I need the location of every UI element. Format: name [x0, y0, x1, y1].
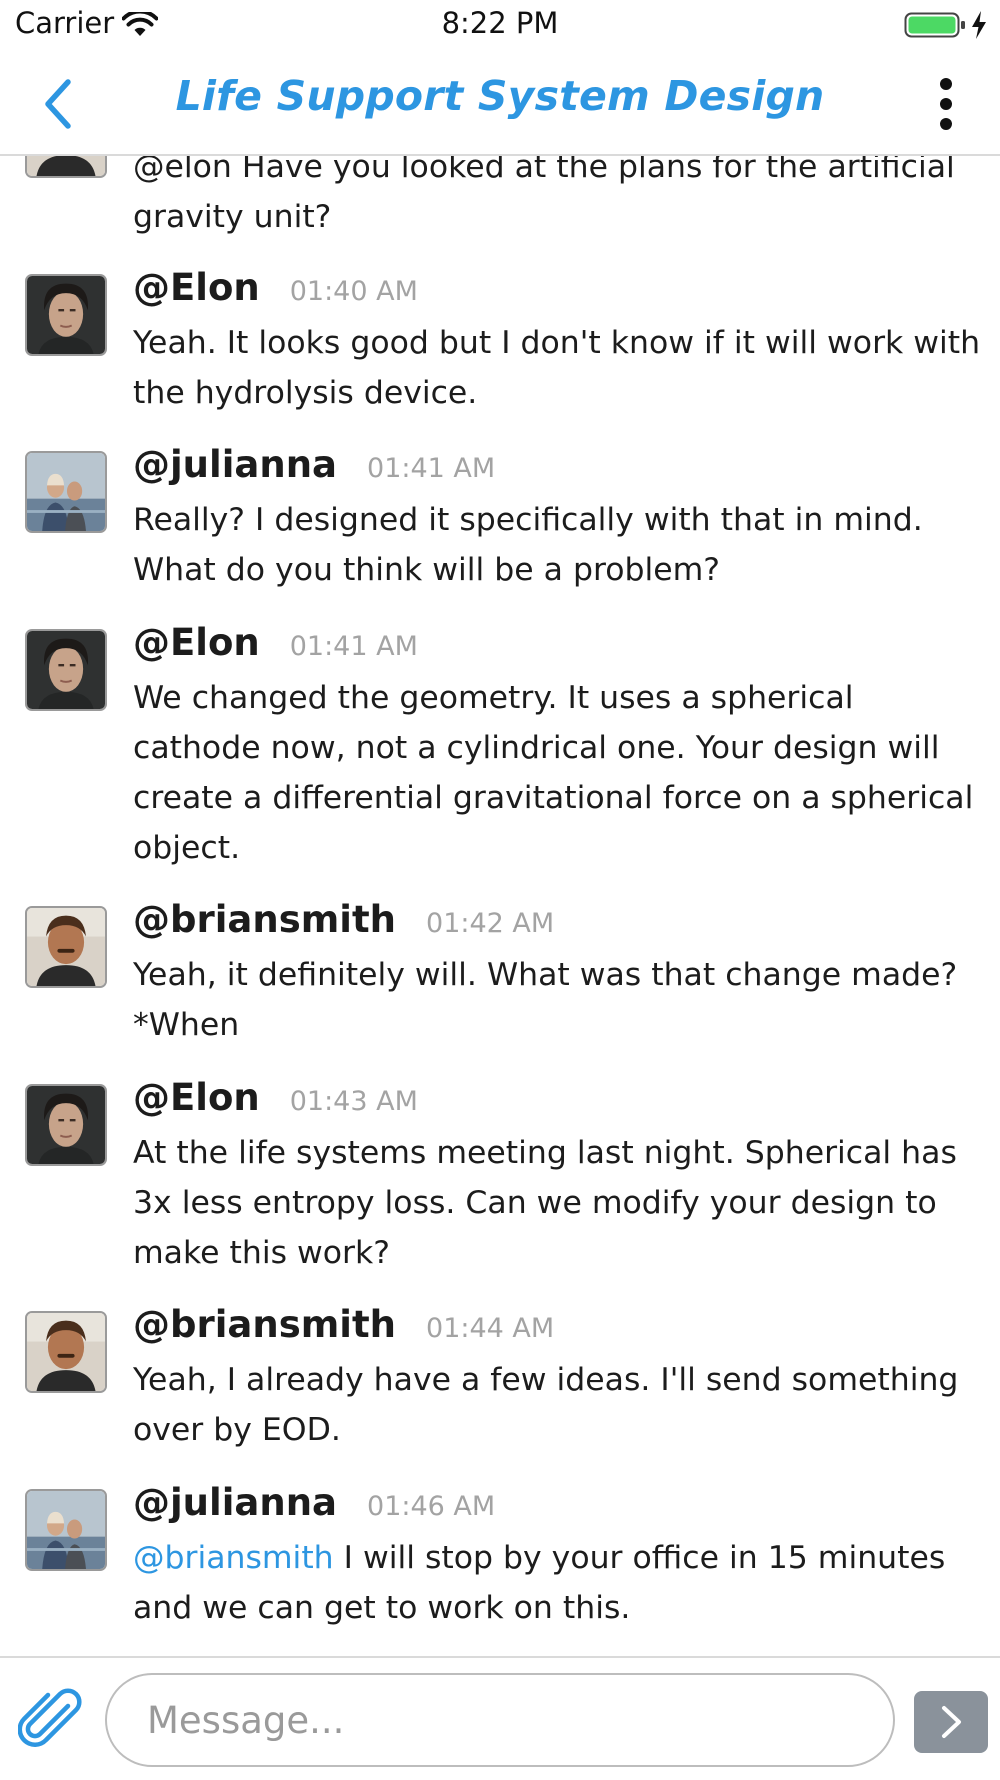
message-text: @briansmith I will stop by your office i…: [133, 1533, 983, 1633]
page-title: Life Support System Design: [0, 72, 1000, 120]
avatar[interactable]: [25, 1311, 107, 1393]
message-text: At the life systems meeting last night. …: [133, 1128, 983, 1278]
timestamp: 01:42 AM: [426, 908, 554, 939]
username[interactable]: @julianna: [133, 443, 337, 486]
message-list[interactable]: @elon Have you looked at the plans for t…: [0, 154, 1000, 1654]
message-header: @julianna 01:41 AM: [133, 443, 495, 486]
username[interactable]: @julianna: [133, 1481, 337, 1524]
message-header: @Elon 01:40 AM: [133, 266, 418, 309]
username[interactable]: @briansmith: [133, 1303, 396, 1346]
avatar-briansmith-image: [27, 1313, 105, 1391]
message-text: Yeah, I already have a few ideas. I'll s…: [133, 1355, 983, 1455]
carrier-label: Carrier: [15, 6, 114, 40]
attach-button[interactable]: [18, 1688, 84, 1754]
timestamp: 01:40 AM: [290, 276, 418, 307]
username[interactable]: @briansmith: [133, 898, 396, 941]
status-bar: Carrier 8:22 PM: [0, 0, 1000, 50]
avatar-briansmith-image: [27, 908, 105, 986]
timestamp: 01:46 AM: [367, 1491, 495, 1522]
message-composer: [0, 1656, 1000, 1780]
avatar-julianna-image: [27, 1491, 105, 1569]
avatar-briansmith-image: [27, 154, 105, 176]
message-header: @Elon 01:43 AM: [133, 1076, 418, 1119]
user-mention-link[interactable]: @briansmith: [133, 1540, 334, 1576]
avatar-elon-image: [27, 631, 105, 709]
timestamp: 01:43 AM: [290, 1086, 418, 1117]
avatar[interactable]: [25, 451, 107, 533]
avatar[interactable]: [25, 154, 107, 178]
avatar[interactable]: [25, 906, 107, 988]
timestamp: 01:44 AM: [426, 1313, 554, 1344]
avatar[interactable]: [25, 1489, 107, 1571]
battery-icon: [904, 10, 966, 40]
wifi-icon: [122, 12, 158, 38]
charging-bolt-icon: [970, 10, 988, 40]
avatar[interactable]: [25, 1084, 107, 1166]
message-header: @Elon 01:41 AM: [133, 621, 418, 664]
back-button[interactable]: [38, 72, 94, 132]
send-button[interactable]: [914, 1691, 988, 1753]
message-text: Yeah. It looks good but I don't know if …: [133, 318, 983, 418]
avatar[interactable]: [25, 274, 107, 356]
more-options-button[interactable]: [928, 72, 964, 132]
avatar-elon-image: [27, 1086, 105, 1164]
channel-header: Life Support System Design: [0, 50, 1000, 156]
timestamp: 01:41 AM: [367, 453, 495, 484]
message-text: Yeah, it definitely will. What was that …: [133, 950, 983, 1050]
message-header: @julianna 01:46 AM: [133, 1481, 495, 1524]
message-header: @briansmith 01:44 AM: [133, 1303, 554, 1346]
timestamp: 01:41 AM: [290, 631, 418, 662]
username[interactable]: @Elon: [133, 1076, 260, 1119]
message-text: @elon Have you looked at the plans for t…: [133, 154, 983, 242]
more-vertical-icon: [928, 72, 964, 132]
username[interactable]: @Elon: [133, 621, 260, 664]
message-text: Really? I designed it specifically with …: [133, 495, 983, 595]
message-text: We changed the geometry. It uses a spher…: [133, 673, 983, 873]
avatar[interactable]: [25, 629, 107, 711]
avatar-julianna-image: [27, 453, 105, 531]
message-header: @briansmith 01:42 AM: [133, 898, 554, 941]
paperclip-icon: [18, 1688, 84, 1754]
send-chevron-icon: [936, 1704, 966, 1740]
message-input[interactable]: [105, 1673, 895, 1767]
username[interactable]: @Elon: [133, 266, 260, 309]
chevron-left-icon: [38, 72, 94, 132]
avatar-elon-image: [27, 276, 105, 354]
